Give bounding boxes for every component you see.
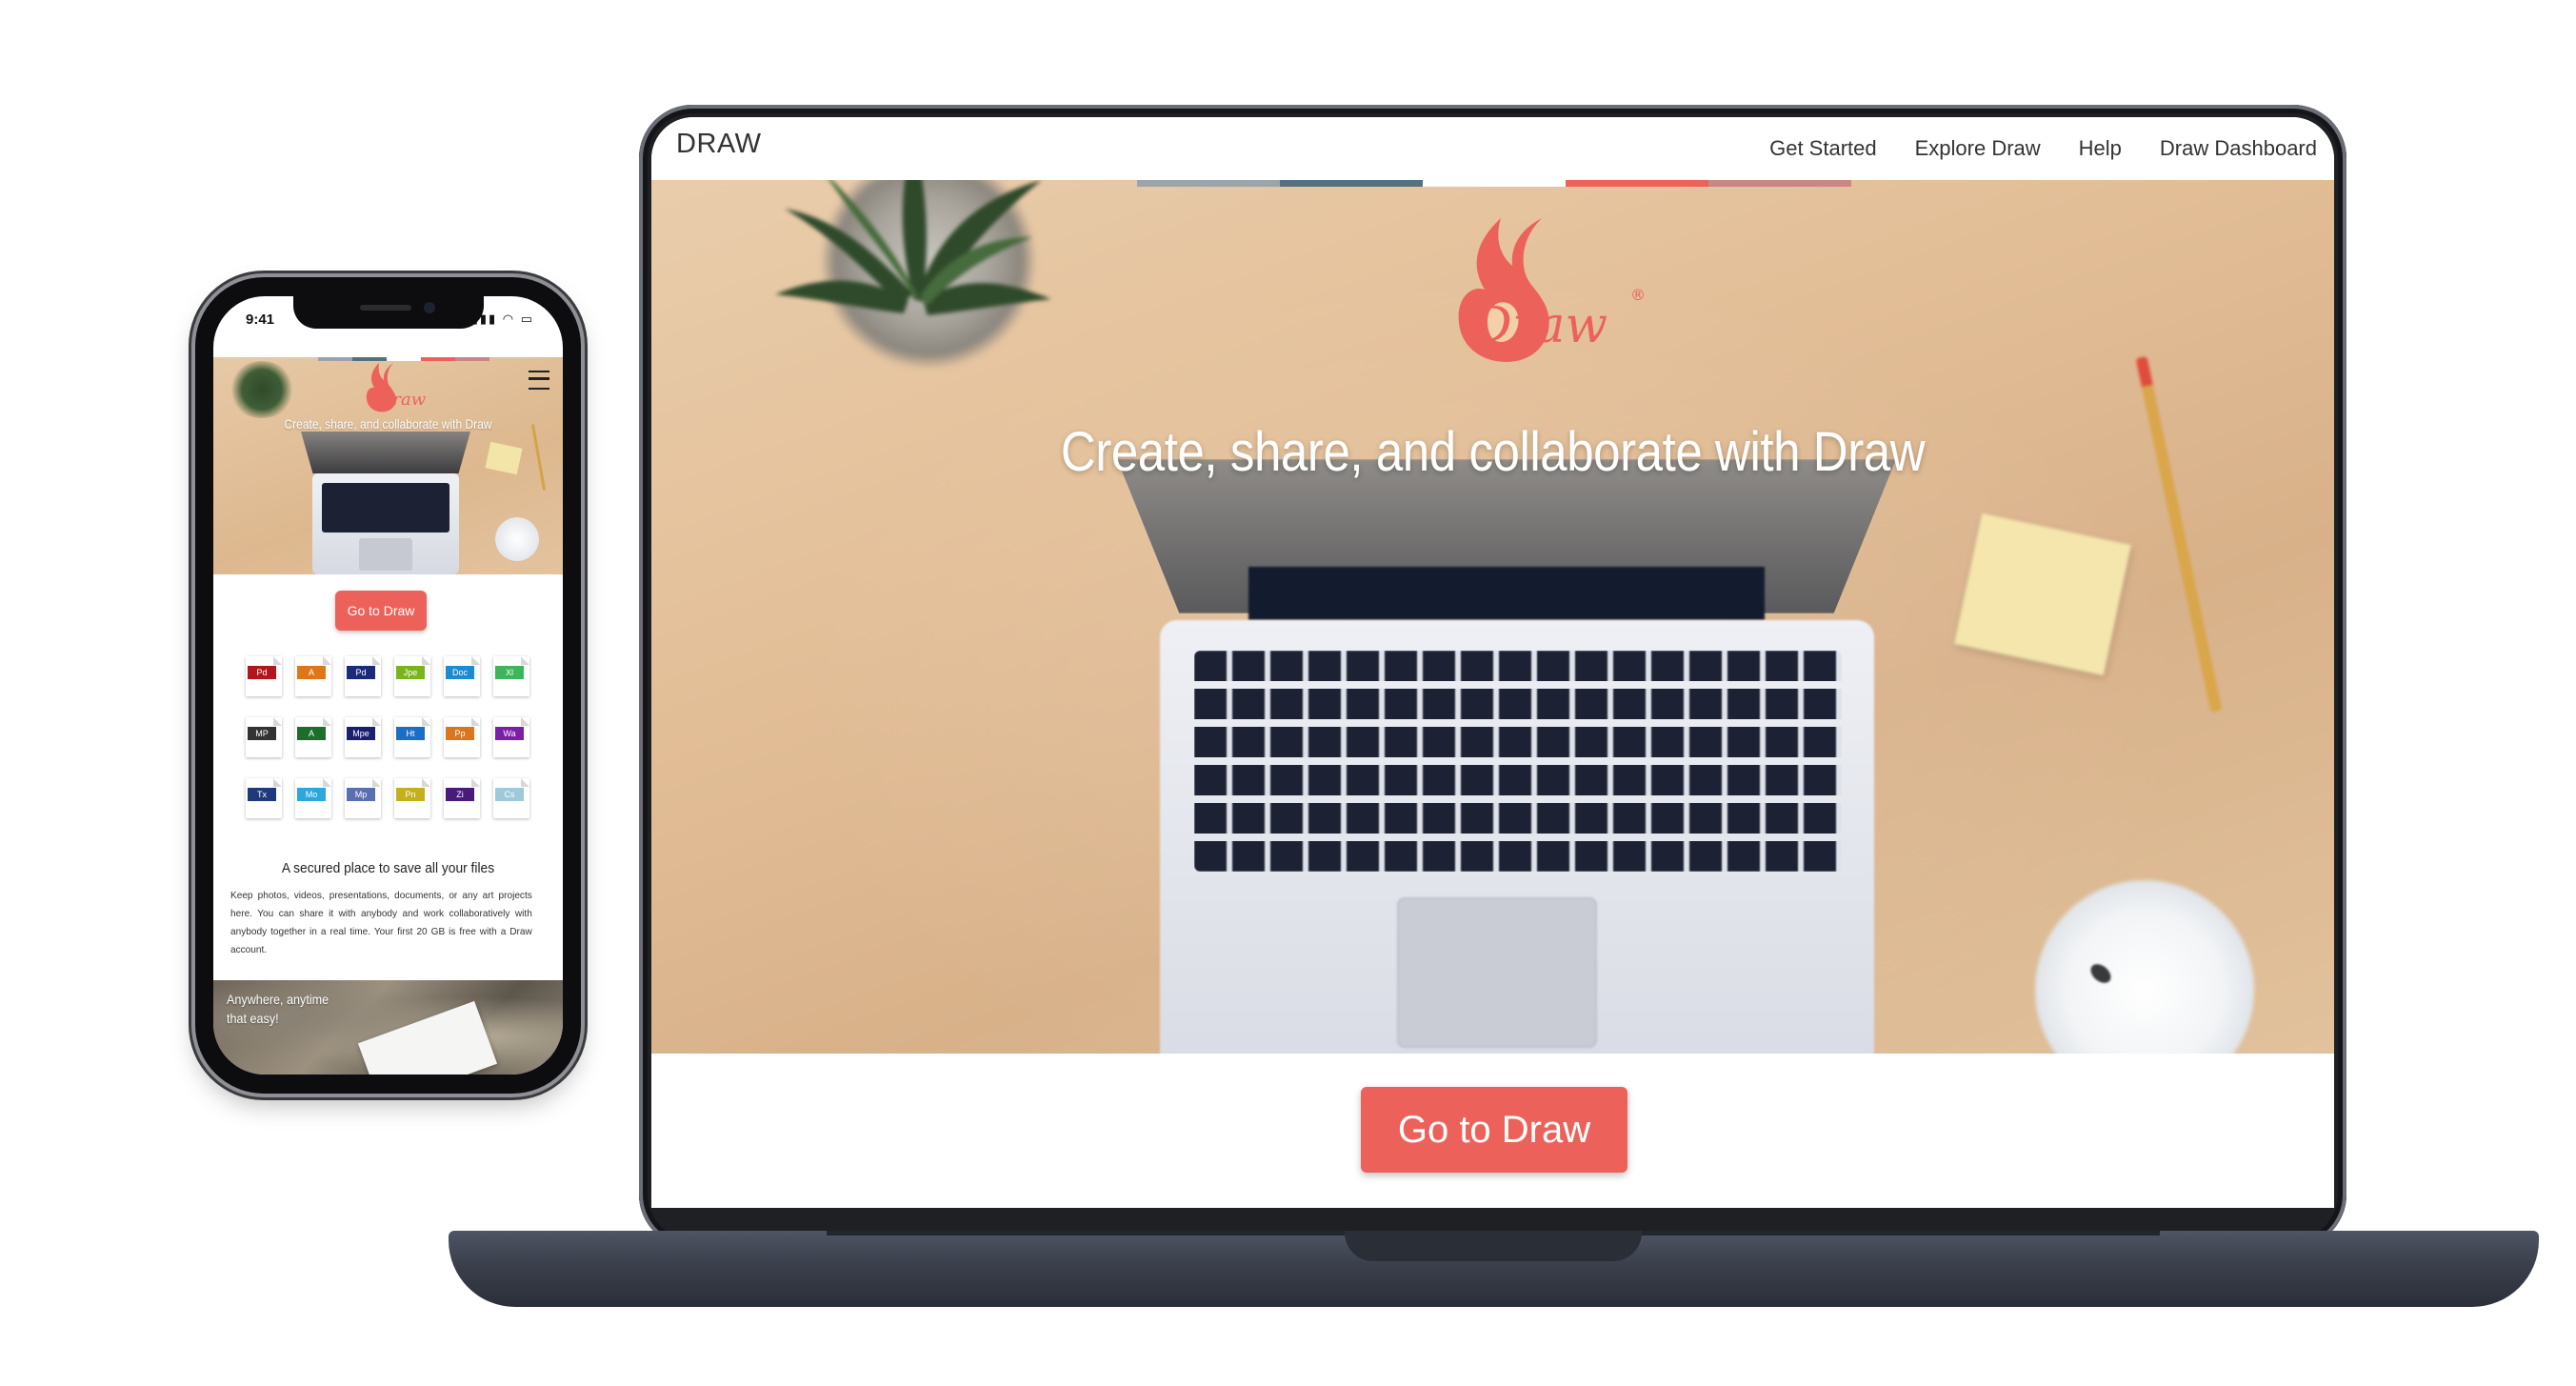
- mobile-photo-cup: [495, 517, 539, 561]
- file-type-label: Tx: [248, 788, 276, 801]
- mobile-hero-banner: Draw Create, share, and collaborate with…: [213, 357, 563, 574]
- logo-wordmark: Draw: [1471, 297, 1608, 354]
- nav-link-get-started[interactable]: Get Started: [1769, 136, 1877, 161]
- file-type-label: Pn: [396, 788, 425, 801]
- hero-color-stripe: [1708, 180, 1851, 187]
- file-type-icon: Mo: [295, 778, 331, 818]
- file-type-icon: Jpe: [394, 656, 430, 696]
- mobile-hero-stripe: [318, 357, 352, 361]
- file-type-icon: Mpe: [345, 717, 381, 757]
- file-type-label: Wa: [495, 727, 524, 740]
- device-mockup-scene: DRAW Get Started Explore Draw Help Draw …: [0, 0, 2576, 1386]
- photo-pencil: [2135, 355, 2223, 713]
- file-type-label: Zi: [446, 788, 474, 801]
- nav-link-draw-dashboard[interactable]: Draw Dashboard: [2160, 136, 2317, 161]
- laptop-screen: DRAW Get Started Explore Draw Help Draw …: [651, 117, 2334, 1208]
- file-type-grid: Pd A Pd Jpe Doc Xl MP A Mpe Ht Pp Wa Tx Mo Mp Pn Zi Cs: [246, 656, 531, 818]
- file-type-icon: Tx: [246, 778, 282, 818]
- phone-speaker: [360, 305, 411, 311]
- file-type-icon: Wa: [493, 717, 529, 757]
- file-type-icon: A: [295, 656, 331, 696]
- brand-wordmark[interactable]: DRAW: [676, 129, 762, 160]
- hero-color-stripe: [1566, 180, 1708, 187]
- mobile-photo-sticky-note: [485, 441, 523, 475]
- file-type-label: Mo: [297, 788, 326, 801]
- file-type-icon: A: [295, 717, 331, 757]
- photo-plant-leaves: [775, 180, 1051, 315]
- mobile-footer-tagline: Anywhere, anytime that easy!: [227, 990, 398, 1028]
- file-type-label: Xl: [495, 666, 524, 679]
- file-type-label: Ht: [396, 727, 425, 740]
- hero-color-stripe: [1137, 180, 1280, 187]
- main-menu: Get Started Explore Draw Help Draw Dashb…: [1769, 136, 2317, 161]
- file-type-label: Mp: [347, 788, 375, 801]
- status-time: 9:41: [246, 311, 275, 328]
- photo-sticky-note: [1954, 512, 2131, 676]
- draw-logo-icon: Draw ®: [1458, 218, 1646, 362]
- mobile-go-to-draw-button[interactable]: Go to Draw: [335, 591, 427, 631]
- mobile-logo-wordmark: Draw: [378, 390, 427, 410]
- hero-headline: Create, share, and collaborate with Draw: [1060, 421, 1926, 483]
- logo-registered-mark: ®: [1630, 286, 1646, 304]
- file-type-icon: Pp: [444, 717, 480, 757]
- mobile-section-body: Keep photos, videos, presentations, docu…: [230, 890, 532, 955]
- mobile-hero-stripe: [455, 357, 489, 361]
- hero-color-stripe: [1423, 180, 1566, 187]
- phone-screen: 9:41 ▮▮▮ ◠ ▭ Draw Create, share, and col…: [213, 296, 563, 1075]
- file-type-icon: Pd: [246, 656, 282, 696]
- file-type-icon: Pn: [394, 778, 430, 818]
- nav-link-help[interactable]: Help: [2079, 136, 2122, 161]
- file-type-label: Jpe: [396, 666, 425, 679]
- hero-banner: Draw ® Create, share, and collaborate wi…: [651, 180, 2334, 1054]
- laptop-thumb-notch: [1345, 1231, 1642, 1261]
- go-to-draw-button[interactable]: Go to Draw: [1361, 1087, 1627, 1173]
- hamburger-menu-icon[interactable]: [529, 371, 549, 390]
- top-navbar: DRAW Get Started Explore Draw Help Draw …: [651, 117, 2334, 180]
- file-type-label: A: [297, 666, 326, 679]
- file-type-label: Pp: [446, 727, 474, 740]
- file-type-icon: MP: [246, 717, 282, 757]
- phone-camera: [424, 302, 435, 313]
- file-type-label: Pd: [248, 666, 276, 679]
- mobile-photo-laptop-keyboard: [322, 483, 449, 532]
- file-type-icon: Xl: [493, 656, 529, 696]
- nav-link-explore-draw[interactable]: Explore Draw: [1915, 136, 2041, 161]
- mobile-hero-headline: Create, share, and collaborate with Draw: [284, 416, 492, 432]
- file-type-icon: Doc: [444, 656, 480, 696]
- file-type-icon: Pd: [345, 656, 381, 696]
- phone-notch: [293, 296, 484, 329]
- file-type-label: Mpe: [347, 727, 375, 740]
- mobile-photo-laptop-trackpad: [359, 538, 412, 571]
- mobile-photo-pencil: [530, 424, 547, 491]
- mobile-draw-logo-icon: Draw: [366, 363, 427, 412]
- file-type-icon: Zi: [444, 778, 480, 818]
- mobile-section-subtitle: A secured place to save all your files: [281, 860, 495, 876]
- mobile-footer-line-2: that easy!: [227, 1011, 279, 1026]
- file-type-icon: Cs: [493, 778, 529, 818]
- file-type-icon: Mp: [345, 778, 381, 818]
- hero-color-stripe: [1280, 180, 1423, 187]
- file-type-label: Doc: [446, 666, 474, 679]
- file-type-icon: Ht: [394, 717, 430, 757]
- mobile-footer-line-1: Anywhere, anytime: [227, 992, 329, 1007]
- file-type-label: Cs: [495, 788, 524, 801]
- file-type-label: Pd: [347, 666, 375, 679]
- file-type-label: A: [297, 727, 326, 740]
- mobile-photo-plant: [229, 361, 295, 418]
- mobile-photo-laptop-screen: [301, 432, 470, 473]
- photo-laptop-bezel: [1248, 567, 1765, 620]
- photo-laptop-keyboard: [1194, 651, 1842, 872]
- file-type-label: MP: [248, 727, 276, 740]
- photo-laptop-trackpad: [1397, 897, 1597, 1048]
- photo-coffee-cup: [2035, 880, 2254, 1054]
